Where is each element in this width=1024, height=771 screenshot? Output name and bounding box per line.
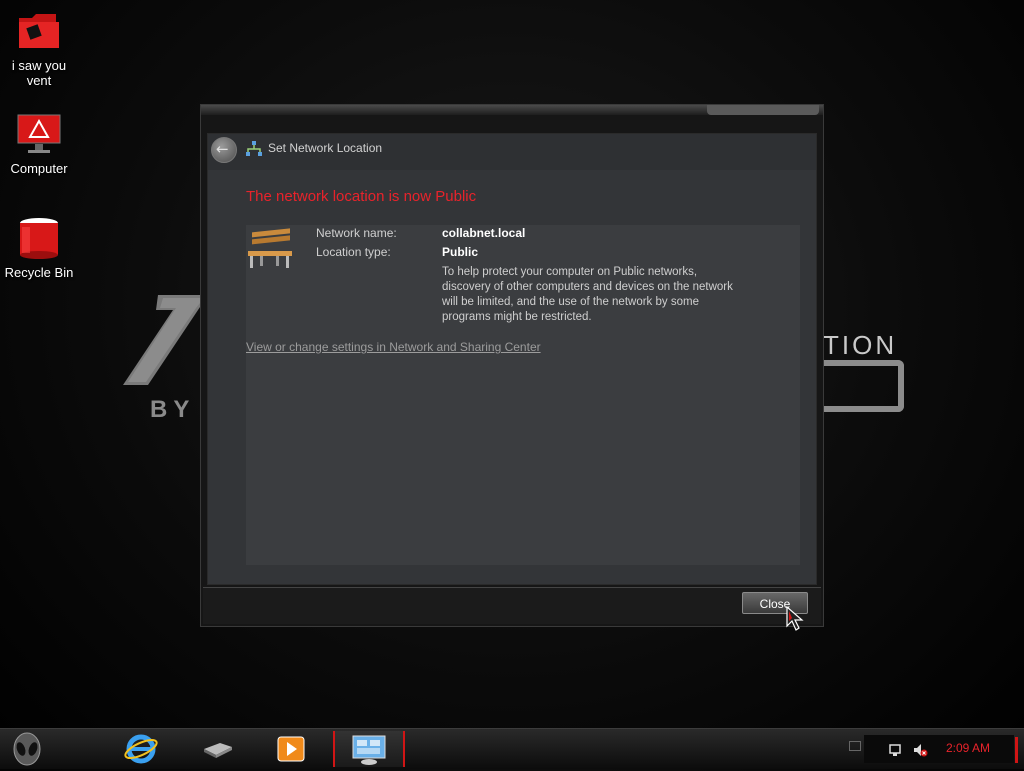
network-device-icon	[204, 743, 232, 758]
taskbar-clock[interactable]: 2:09 AM	[946, 741, 990, 755]
location-type-value: Public	[442, 245, 479, 259]
wallpaper-seven-logo	[123, 295, 208, 385]
control-panel-icon	[352, 735, 386, 765]
status-headline: The network location is now Public	[246, 188, 477, 205]
park-bench-icon	[248, 228, 292, 268]
window-title: Set Network Location	[268, 141, 383, 155]
volume-muted-icon[interactable]	[912, 742, 928, 758]
tray-show-hidden-icon[interactable]	[849, 741, 861, 751]
set-network-location-dialog: ← Set Network Location The network locat…	[200, 104, 824, 627]
taskbar-network-device[interactable]	[192, 731, 244, 767]
taskbar-media-player[interactable]	[265, 731, 317, 767]
internet-explorer-icon	[124, 734, 158, 764]
taskbar: 2:09 AM	[0, 728, 1024, 769]
dialog-content-area: ← Set Network Location The network locat…	[207, 133, 817, 585]
location-description: To help protect your computer on Public …	[442, 266, 733, 323]
wallpaper-tion-text: TION	[823, 330, 898, 360]
start-button-alien-icon[interactable]	[10, 731, 44, 767]
wallpaper-logo-block	[824, 360, 904, 412]
back-button[interactable]: ←	[211, 137, 237, 163]
show-desktop-button[interactable]	[1015, 737, 1018, 763]
wallpaper-by-text: BY	[150, 396, 196, 423]
system-tray	[864, 735, 1014, 763]
network-info-panel: Network name: collabnet.local Location t…	[246, 225, 800, 565]
network-icon[interactable]	[888, 742, 904, 758]
dialog-header: ← Set Network Location	[208, 134, 816, 170]
taskbar-control-panel[interactable]	[333, 731, 405, 767]
desktop-icon-label: i saw you vent	[11, 58, 67, 88]
network-sharing-center-link[interactable]: View or change settings in Network and S…	[246, 340, 541, 354]
computer-icon	[16, 113, 62, 157]
desktop-icon-folder[interactable]: i saw you vent	[0, 10, 78, 88]
dialog-footer: Close	[203, 587, 821, 624]
location-type-label: Location type:	[316, 245, 391, 259]
mouse-cursor-icon	[786, 606, 804, 631]
network-name-value: collabnet.local	[442, 226, 526, 240]
network-icon	[246, 141, 262, 156]
recycle-bin-icon	[16, 217, 62, 261]
caption-buttons[interactable]	[707, 105, 819, 115]
red-folder-icon	[16, 10, 62, 54]
desktop-icon-computer[interactable]: Computer	[0, 113, 78, 176]
network-name-label: Network name:	[316, 226, 397, 240]
desktop-icon-recycle-bin[interactable]: Recycle Bin	[0, 217, 78, 280]
taskbar-internet-explorer[interactable]	[115, 731, 167, 767]
back-arrow-icon: ←	[216, 140, 229, 158]
desktop-icon-label: Computer	[10, 161, 68, 176]
desktop-icon-label: Recycle Bin	[4, 265, 74, 280]
media-player-icon	[277, 736, 305, 762]
